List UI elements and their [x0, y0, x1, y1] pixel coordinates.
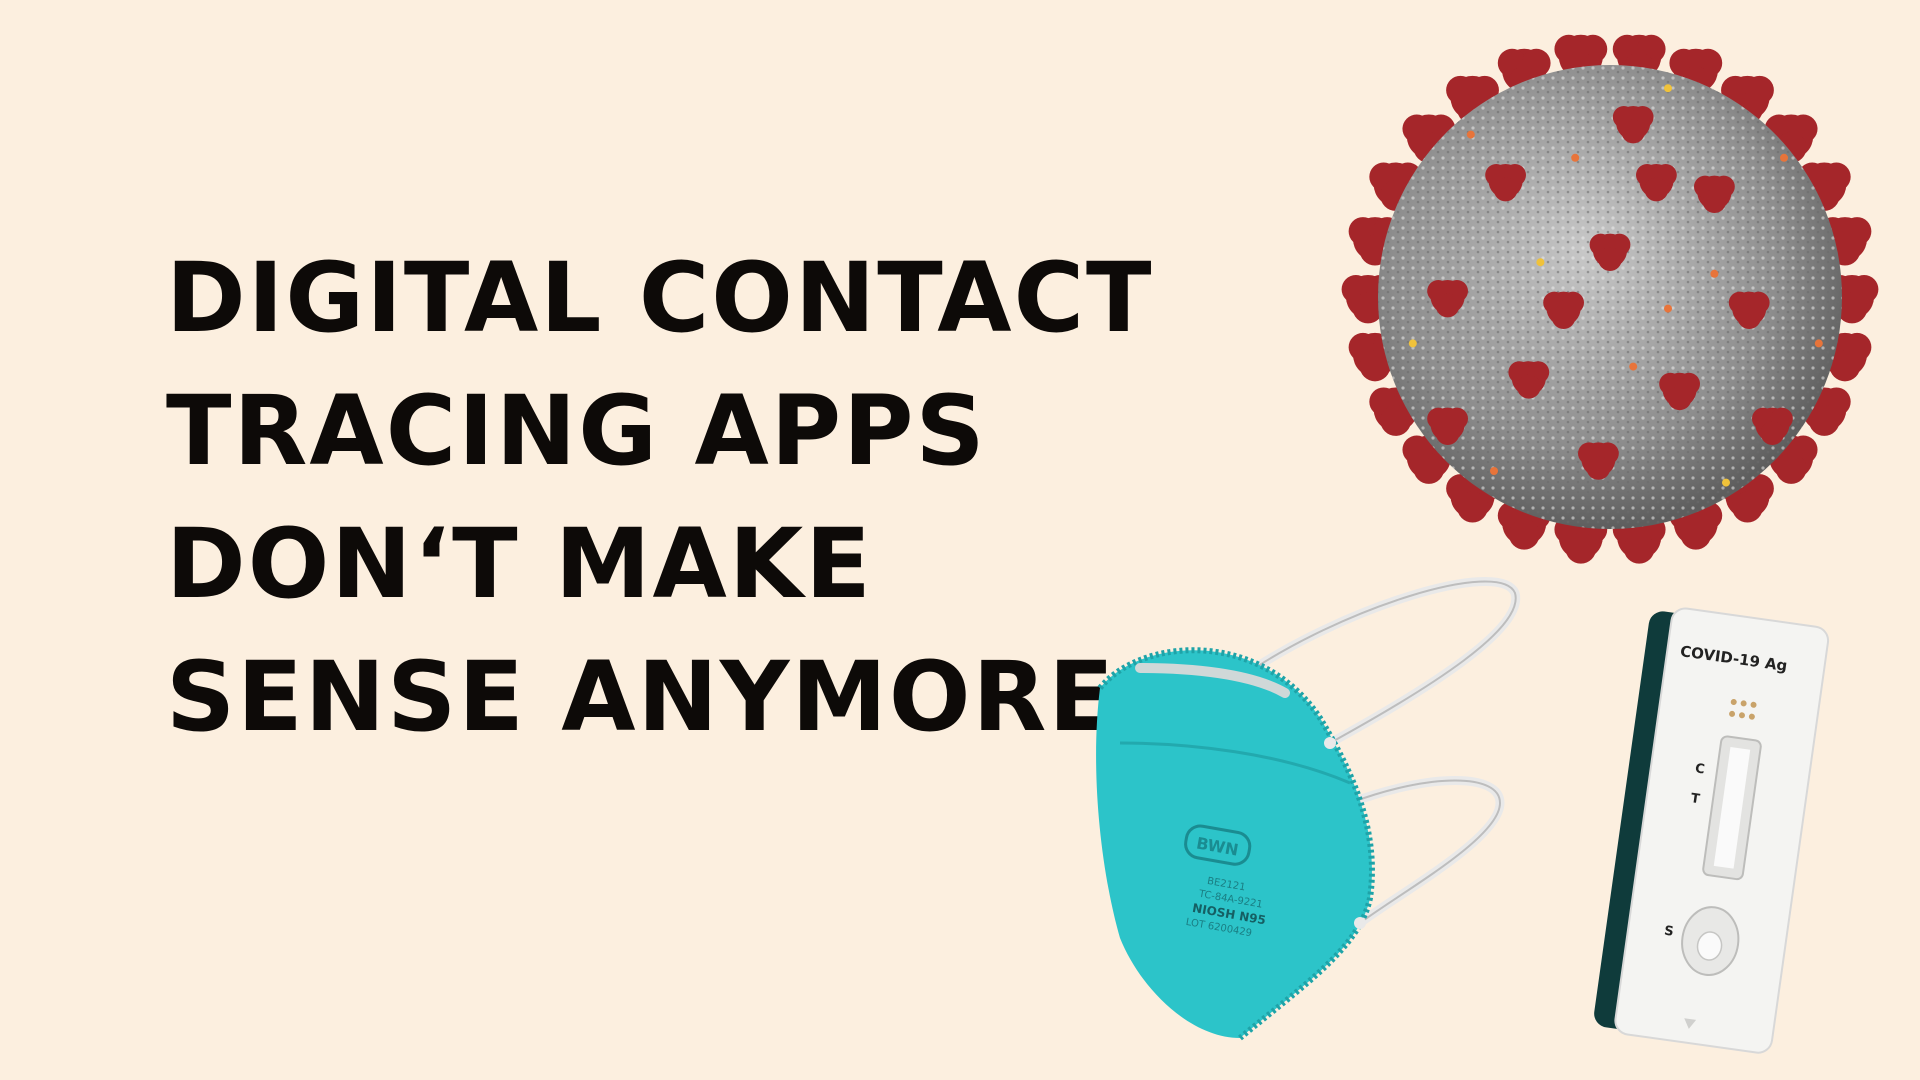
virus-particle-dot — [1536, 258, 1545, 267]
virus-particle-dot — [1710, 269, 1719, 278]
virus-particle-dot — [1571, 153, 1580, 162]
virus-particle-dot — [1466, 130, 1475, 139]
n95-mask-illustration: BWN BE2121 TC-84A-9221 NIOSH N95 LOT 620… — [1096, 577, 1521, 1041]
headline-line-2: TRACING APPS — [166, 375, 987, 487]
virus-particle-dot — [1722, 478, 1730, 487]
virus-particle-dot — [1629, 362, 1638, 371]
virus-particle-dot — [1664, 84, 1672, 93]
headline-line-1: DIGITAL CONTACT — [166, 242, 1154, 354]
virus-particle-dot — [1490, 467, 1498, 475]
virus-particle-dot — [1664, 304, 1672, 313]
covid-test-cassette: COVID-19 Ag C T S — [1594, 607, 1830, 1054]
virus-particle-dot — [1408, 339, 1417, 348]
virus-particle-dot — [1780, 153, 1788, 162]
virus-particle-dot — [1814, 339, 1823, 348]
coronavirus-illustration — [1341, 34, 1879, 564]
